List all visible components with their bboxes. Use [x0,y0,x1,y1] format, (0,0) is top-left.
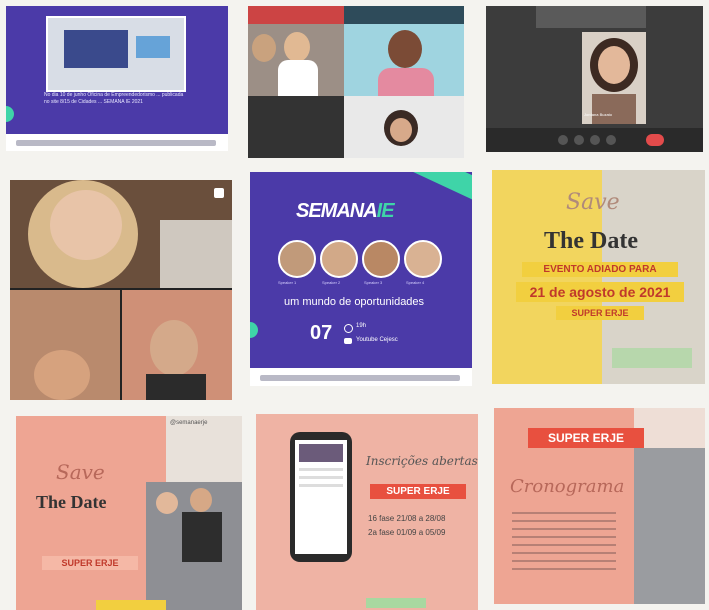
brand-logo: SEMANAIE [296,200,395,222]
post-7-meeting-photo [146,482,242,610]
post-tile-4[interactable] [10,180,232,400]
the-date-text: The Date [36,492,107,512]
super-erje-badge: SUPER ERJE [556,306,644,320]
event-day: 07 [310,322,333,344]
speaker-photo-3 [362,240,400,278]
new-date-label: 21 de agosto de 2021 [516,282,684,302]
post-1-caption: No dia 10 de junho Oficina de Empreended… [44,92,184,105]
video-call-cell-woman [10,180,232,288]
post-tile-2[interactable] [248,6,464,158]
schedule-lines [512,512,616,572]
super-erje-badge: SUPER ERJE [42,556,138,570]
post-9-photo [634,448,705,604]
video-call-cell-man-1 [10,290,120,400]
event-time: 19h [356,323,367,329]
postponed-label: EVENTO ADIADO PARA [522,262,678,277]
the-date-text: The Date [544,228,638,254]
account-handle: @semanaerje [170,420,208,426]
post-1-sponsor-logos [16,140,216,146]
hang-up-icon[interactable] [646,134,664,146]
post-1-screen-photo [46,16,186,92]
speaker-photo-4 [404,240,442,278]
post-tile-9[interactable]: SUPER ERJE Cronograma [494,408,705,604]
youtube-icon [344,338,352,344]
save-text: Save [566,190,620,215]
camera-icon[interactable] [574,135,584,145]
lock-icon [214,188,224,198]
post-tile-1[interactable]: No dia 10 de junho Oficina de Empreended… [6,6,228,151]
video-call-cell-man-2 [122,290,232,400]
phase-1-dates: 16 fase 21/08 a 28/08 [368,514,446,523]
phone-screen [295,440,347,554]
super-erje-badge: SUPER ERJE [528,428,644,448]
speaker-photo-1 [278,240,316,278]
video-call-main-camera [582,32,646,124]
post-1-banner: No dia 10 de junho Oficina de Empreended… [6,6,228,134]
phase-2-dates: 2a fase 01/09 a 05/09 [368,528,446,537]
video-call-cell-3 [248,24,344,96]
post-6-green-blocks [612,348,692,368]
phone-mockup [290,432,352,562]
video-call-top-strip [536,6,646,28]
save-text: Save [56,460,105,484]
post-8-green-strip [366,598,426,608]
mic-icon[interactable] [558,135,568,145]
more-icon[interactable] [606,135,616,145]
post-5-sponsor-logos [260,375,460,381]
speaker-name-4: Speaker 4 [406,280,425,285]
call-controls-bar [486,128,703,152]
post-tile-6[interactable]: Save The Date EVENTO ADIADO PARA 21 de a… [492,170,705,384]
video-call-cell-2 [344,6,464,24]
registrations-open-text: Inscrições abertas [366,454,478,468]
speaker-name-2: Speaker 2 [322,280,341,285]
event-channel: Youtube Cejesc [356,337,398,343]
slogan: um mundo de oportunidades [284,296,425,308]
video-call-cell-4 [344,24,464,96]
event-poster: SEMANAIE Speaker 1 Speaker 2 Speaker 3 S… [250,172,472,368]
clock-icon [344,324,353,333]
schedule-title: Cronograma [510,476,625,497]
participant-name: Jordana Buzato [584,112,613,117]
video-call-cell-5 [248,96,344,158]
speaker-name-1: Speaker 1 [278,280,297,285]
post-tile-7[interactable]: @semanaerje Save The Date SUPER ERJE [16,416,242,610]
video-call-cell-1 [248,6,344,24]
speaker-name-3: Speaker 3 [364,280,383,285]
post-tile-3[interactable]: Jordana Buzato [486,6,703,152]
speaker-photo-2 [320,240,358,278]
video-call-cell-6 [344,96,464,158]
post-tile-8[interactable]: Inscrições abertas SUPER ERJE 16 fase 21… [256,414,478,610]
share-icon[interactable] [590,135,600,145]
post-7-yellow-strip [96,600,166,610]
post-tile-5[interactable]: SEMANAIE Speaker 1 Speaker 2 Speaker 3 S… [250,172,472,386]
super-erje-badge: SUPER ERJE [370,484,466,499]
post-7-salmon-shape [16,416,166,610]
